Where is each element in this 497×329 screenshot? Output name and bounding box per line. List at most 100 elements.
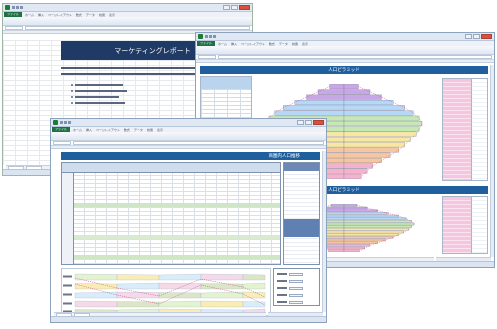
list-item (71, 83, 141, 87)
ribbon[interactable] (51, 132, 326, 141)
maximize-button[interactable] (305, 120, 312, 125)
tab-insert[interactable]: 挿入 (37, 13, 45, 17)
row-label-mark (63, 275, 72, 278)
tab-formulas[interactable]: 数式 (75, 13, 83, 17)
right-bar-65-69 (343, 105, 405, 111)
right-bar-5-9 (343, 168, 368, 174)
right-bar-50-54 (343, 222, 415, 226)
formula-input[interactable] (218, 55, 492, 59)
right-bar-15-19 (343, 241, 378, 244)
tab-home[interactable]: ホーム (24, 13, 35, 17)
right-bar-55-59 (343, 115, 420, 121)
tab-page-layout[interactable]: ページレイアウト (240, 42, 266, 46)
tab-formulas[interactable]: 数式 (123, 128, 131, 132)
tab-data[interactable]: データ (85, 13, 96, 17)
tab-view[interactable]: 表示 (301, 42, 309, 46)
trend-side-table[interactable] (283, 162, 320, 265)
right-bar-25-29 (343, 147, 400, 153)
left-bar-85+ (330, 204, 345, 207)
tab-review[interactable]: 校閲 (291, 42, 299, 46)
right-bar-60-64 (343, 110, 414, 116)
band-segment (116, 274, 160, 281)
tab-home[interactable]: ホーム (72, 128, 83, 132)
formula-input[interactable] (73, 141, 324, 145)
pyramid-titlebar[interactable] (196, 33, 494, 41)
right-bar-70-74 (343, 100, 394, 105)
tab-view[interactable]: 表示 (108, 13, 116, 17)
row-label-mark (63, 284, 72, 287)
right-bar-35-39 (343, 136, 411, 142)
name-box[interactable] (53, 141, 71, 145)
report-titlebar[interactable] (3, 4, 252, 12)
left-bar-85+ (329, 84, 345, 90)
right-bar-55-59 (343, 220, 412, 223)
tab-page-layout[interactable]: ページレイアウト (47, 13, 73, 17)
band-segment (242, 282, 266, 290)
tab-view[interactable]: 表示 (156, 128, 164, 132)
right-outline-line (356, 205, 415, 251)
tab-page-layout[interactable]: ページレイアウト (95, 128, 121, 132)
quick-access-toolbar[interactable] (60, 121, 71, 124)
maximize-button[interactable] (231, 5, 238, 10)
band-segment (242, 301, 266, 308)
minimize-button[interactable] (297, 120, 304, 125)
maximize-button[interactable] (473, 34, 480, 39)
tab-review[interactable]: 校閲 (146, 128, 154, 132)
right-bar-15-19 (343, 158, 382, 163)
tab-file[interactable]: ファイル (52, 127, 71, 132)
right-bar-20-24 (343, 152, 391, 158)
ribbon[interactable] (196, 46, 494, 55)
list-item (71, 95, 141, 99)
tab-file[interactable]: ファイル (4, 12, 23, 17)
name-box[interactable] (5, 26, 23, 30)
status-bar (51, 316, 326, 322)
tab-data[interactable]: データ (278, 42, 289, 46)
trend-window[interactable]: ファイル ホーム 挿入 ページレイアウト 数式 データ 校閲 表示 商圏内人口推… (50, 118, 327, 323)
left-bar-0-4 (328, 249, 345, 252)
right-bar-0-4 (343, 173, 362, 179)
right-bar-50-54 (343, 121, 423, 127)
right-bar-40-44 (343, 131, 417, 137)
list-item (71, 89, 141, 93)
trend-section-title: 商圏内人口推移 (61, 152, 320, 160)
right-bar-30-34 (343, 233, 399, 236)
minimize-button[interactable] (223, 5, 230, 10)
population-trend-table[interactable] (61, 162, 281, 265)
ribbon[interactable] (3, 17, 252, 26)
minimize-button[interactable] (465, 34, 472, 39)
band-segment (74, 273, 118, 281)
column-headers[interactable] (196, 60, 494, 63)
tab-file[interactable]: ファイル (197, 41, 216, 46)
tab-insert[interactable]: 挿入 (230, 42, 238, 46)
trend-titlebar[interactable] (51, 119, 326, 127)
tab-formulas[interactable]: 数式 (268, 42, 276, 46)
right-bar-80-84 (343, 206, 368, 210)
band-segment (74, 300, 118, 308)
band-segment (200, 273, 244, 281)
column-headers[interactable] (51, 146, 326, 149)
right-bar-85+ (343, 84, 359, 90)
left-bar-0-4 (326, 173, 345, 179)
right-bar-10-14 (343, 244, 371, 247)
right-bar-45-49 (343, 225, 412, 228)
formula-input[interactable] (25, 26, 250, 30)
tab-insert[interactable]: 挿入 (85, 128, 93, 132)
band-segment (74, 283, 118, 290)
age-summary-table-2[interactable] (442, 196, 488, 254)
band-segment (74, 291, 118, 299)
close-button[interactable] (481, 34, 492, 39)
name-box[interactable] (198, 55, 216, 59)
right-bar-85+ (343, 204, 358, 207)
age-summary-table[interactable] (442, 78, 488, 181)
tab-data[interactable]: データ (133, 128, 144, 132)
close-button[interactable] (313, 120, 324, 125)
vertical-scrollbar[interactable] (322, 151, 326, 312)
tab-review[interactable]: 校閲 (98, 13, 106, 17)
quick-access-toolbar[interactable] (205, 35, 216, 38)
vertical-scrollbar[interactable] (490, 65, 494, 257)
quick-access-toolbar[interactable] (12, 6, 23, 9)
close-button[interactable] (239, 5, 250, 10)
pyramid-section-title: 人口ピラミッド (200, 66, 488, 74)
tab-home[interactable]: ホーム (217, 42, 228, 46)
right-bar-70-74 (343, 212, 389, 215)
